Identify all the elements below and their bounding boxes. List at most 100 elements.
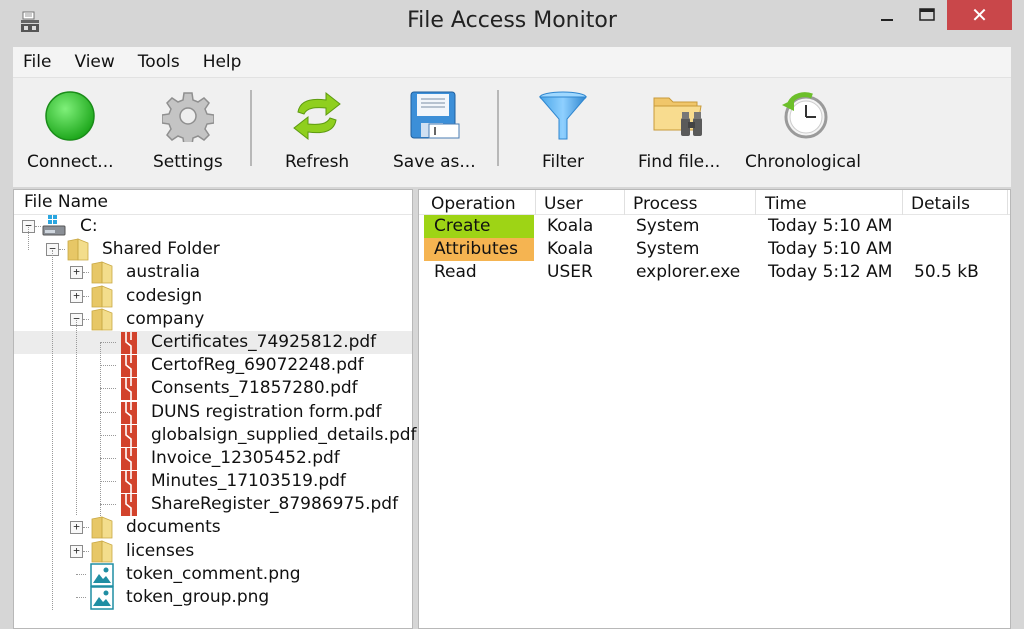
save-as-button[interactable]: Save as... (393, 88, 476, 172)
file-name-column-header[interactable]: File Name (14, 190, 412, 215)
image-file-icon (90, 563, 114, 587)
column-divider (1007, 190, 1008, 215)
tree-node-pdf[interactable]: DUNS registration form.pdf (14, 401, 412, 424)
pdf-file-icon (118, 401, 140, 424)
cell-process: System (636, 216, 700, 236)
tree-node-pdf[interactable]: Consents_71857280.pdf (14, 377, 412, 401)
tree-node-label: C: (80, 216, 98, 236)
column-divider[interactable] (902, 190, 903, 215)
close-button[interactable]: ✕ (947, 0, 1012, 30)
pdf-file-icon (118, 470, 140, 494)
close-icon: ✕ (971, 3, 988, 27)
expand-icon[interactable]: + (70, 521, 83, 535)
find-file-button[interactable]: Find file... (638, 88, 720, 172)
column-header-operation[interactable]: Operation (431, 194, 516, 214)
maximize-button[interactable] (910, 0, 944, 30)
pdf-file-icon (118, 424, 140, 447)
tree-node-pdf[interactable]: Invoice_12305452.pdf (14, 447, 412, 470)
folder-icon (90, 516, 113, 539)
cell-user: Koala (547, 216, 594, 236)
tree-node-pdf[interactable]: ShareRegister_87986975.pdf (14, 493, 412, 517)
cell-user: Koala (547, 239, 594, 259)
tree-connector (100, 388, 116, 390)
tree-connector (100, 365, 116, 367)
folder-icon (66, 238, 89, 261)
tree-node-label: ShareRegister_87986975.pdf (151, 494, 399, 515)
chronological-button[interactable]: Chronological (745, 88, 861, 172)
tree-connector (35, 226, 41, 227)
column-header-time[interactable]: Time (765, 194, 807, 214)
column-header-details[interactable]: Details (911, 194, 970, 214)
event-list-pane: Operation User Process Time Details Crea… (418, 189, 1011, 629)
file-name-header-label: File Name (24, 192, 109, 212)
minimize-button[interactable] (870, 0, 904, 30)
tree-node-label: Shared Folder (102, 239, 220, 260)
tree-node-folder[interactable]: − Shared Folder (14, 238, 412, 261)
tree-node-pdf[interactable]: Certificates_74925812.pdf (14, 330, 412, 355)
expand-icon[interactable]: + (70, 544, 83, 558)
column-divider[interactable] (755, 190, 756, 215)
tree-node-image[interactable]: token_group.png (14, 586, 412, 610)
column-divider[interactable] (535, 190, 536, 215)
pdf-file-icon (118, 493, 140, 517)
cell-user: USER (547, 262, 593, 282)
tree-node-label: Certificates_74925812.pdf (151, 331, 377, 352)
folder-icon (90, 284, 113, 307)
refresh-label: Refresh (285, 152, 350, 172)
tree-node-folder[interactable]: − company (14, 308, 412, 331)
folder-icon (90, 540, 113, 563)
tree-connector (83, 295, 89, 297)
menu-view[interactable]: View (74, 52, 114, 72)
connect-button[interactable]: Connect... (27, 88, 114, 172)
toolbar: Connect... Settings Refresh Save as... F… (13, 77, 1011, 628)
settings-button[interactable]: Settings (153, 88, 223, 172)
title-bar: File Access Monitor ✕ (0, 0, 1024, 46)
column-header-process[interactable]: Process (633, 194, 698, 214)
image-file-icon (90, 586, 114, 610)
menu-help[interactable]: Help (203, 52, 242, 72)
refresh-arrows-icon (293, 91, 341, 141)
event-row[interactable]: Create Koala System Today 5:10 AM (419, 215, 1010, 238)
tree-node-label: Consents_71857280.pdf (151, 378, 358, 399)
save-as-label: Save as... (393, 152, 476, 172)
column-divider[interactable] (624, 190, 625, 215)
tree-node-image[interactable]: token_comment.png (14, 563, 412, 587)
cell-operation: Read (434, 262, 477, 282)
maximize-icon (919, 8, 935, 21)
menu-tools[interactable]: Tools (138, 52, 180, 72)
tree-node-folder[interactable]: + licenses (14, 540, 412, 563)
cell-time: Today 5:12 AM (768, 262, 893, 282)
tree-node-pdf[interactable]: Minutes_17103519.pdf (14, 470, 412, 494)
tree-connector (83, 550, 89, 552)
tree-node-label: licenses (126, 540, 195, 561)
filter-button[interactable]: Filter (535, 88, 591, 172)
tree-node-pdf[interactable]: CertofReg_69072248.pdf (14, 354, 412, 378)
tree-node-label: globalsign_supplied_details.pdf (151, 424, 417, 445)
tree-node-folder[interactable]: + australia (14, 261, 412, 284)
folder-icon (90, 261, 113, 284)
tree-connector (100, 411, 116, 413)
tree-connector (76, 573, 86, 575)
app-window: File Access Monitor ✕ File View Tools He… (0, 0, 1024, 629)
event-row[interactable]: Read USER explorer.exe Today 5:12 AM 50.5 kB (419, 261, 1010, 284)
file-tree: − C: − Shared Folder + australia + codesign − com… (14, 215, 417, 610)
toolbar-separator (497, 90, 499, 166)
column-header-user[interactable]: User (544, 194, 583, 214)
tree-node-pdf[interactable]: globalsign_supplied_details.pdf (14, 424, 417, 447)
cell-process: System (636, 239, 700, 259)
gear-icon (161, 92, 214, 142)
tree-node-folder[interactable]: + codesign (14, 284, 412, 308)
event-row[interactable]: Attributes Koala System Today 5:10 AM (419, 238, 1010, 261)
refresh-button[interactable]: Refresh (285, 88, 349, 172)
tree-node-drive[interactable]: − C: (14, 215, 412, 238)
expand-icon[interactable]: + (70, 289, 83, 303)
expand-icon[interactable]: + (70, 266, 83, 280)
minimize-icon (881, 19, 893, 21)
menu-file[interactable]: File (23, 52, 51, 72)
tree-connector (100, 341, 116, 343)
tree-node-label: DUNS registration form.pdf (151, 401, 382, 422)
tree-connector (100, 481, 116, 483)
clock-arrow-icon (781, 92, 828, 139)
find-file-label: Find file... (638, 152, 721, 172)
tree-node-folder[interactable]: + documents (14, 516, 412, 539)
